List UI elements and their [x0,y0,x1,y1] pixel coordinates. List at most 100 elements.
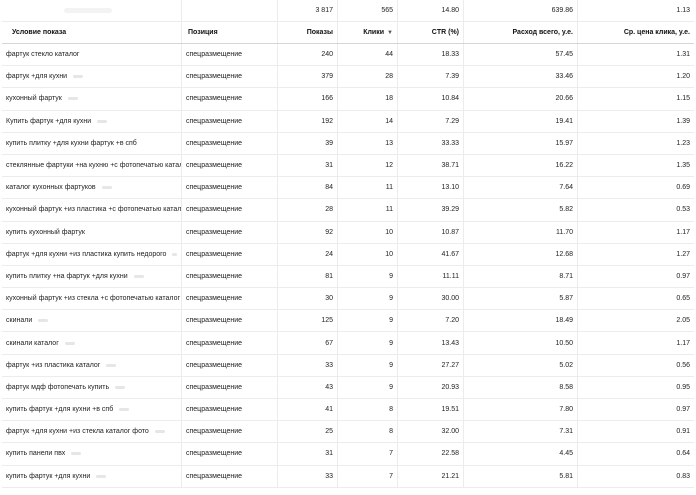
sort-down-icon[interactable]: ▼ [387,30,393,36]
cpc-cell-text: 0.83 [676,472,690,480]
condition-cell-text[interactable]: фартук стекло каталог [6,51,79,58]
cpc-cell-text: 1.17 [676,339,690,347]
ctr-cell: 38.71 [398,154,464,177]
cpc-cell: 1.15 [578,88,694,109]
clicks-cell: 7 [338,443,398,465]
header-clicks[interactable]: Клики ▼ [338,22,398,43]
shows-cell: 31 [278,443,338,465]
table-row: кухонный фартук +из стекла +с фотопечать… [2,288,694,311]
cpc-cell: 1.20 [578,66,694,87]
condition-cell-text[interactable]: фартук +для кухни [6,73,67,80]
shows-cell: 81 [278,265,338,288]
condition-cell-text[interactable]: фартук +для кухни +из пластика купить не… [6,251,166,258]
shows-cell: 24 [278,243,338,265]
clicks-cell: 14 [338,110,398,132]
condition-cell-text[interactable]: кухонный фартук +из стекла +с фотопечать… [6,295,180,302]
ctr-cell: 7.29 [398,110,464,132]
clicks-cell-text: 18 [385,95,393,103]
cost-cell-text: 33.46 [555,73,573,81]
position-cell: спецразмещение [182,421,278,443]
clicks-cell: 28 [338,66,398,88]
header-avg-cpc[interactable]: Ср. цена клика, у.е. [578,22,694,43]
ctr-cell-text: 32.00 [441,428,459,436]
clicks-cell-text: 7 [389,450,393,458]
header-condition[interactable]: Условие показа [2,22,182,43]
cpc-cell: 1.39 [578,111,694,132]
ctr-cell-text: 13.10 [441,184,459,192]
clicks-cell-text: 9 [389,317,393,325]
ctr-cell-text: 18.33 [441,51,459,59]
cost-cell-text: 5.82 [559,206,573,214]
blurred-chip [38,319,49,323]
condition-cell-text[interactable]: фартук мдф фотопечать купить [6,384,109,391]
clicks-cell: 10 [338,243,398,265]
condition-cell-text[interactable]: скинали [6,317,32,324]
ctr-cell-text: 13.43 [441,339,459,347]
position-cell-text: спецразмещение [186,184,243,192]
cpc-cell-text: 1.15 [676,95,690,103]
header-ctr[interactable]: CTR (%) [398,22,464,43]
condition-cell-text[interactable]: кухонный фартук [6,95,62,102]
position-cell-text: спецразмещение [186,51,243,59]
condition-cell-text[interactable]: фартук +для кухни +из стекла каталог фот… [6,428,149,435]
position-cell: спецразмещение [182,332,278,354]
cost-cell-text: 7.80 [559,406,573,414]
condition-cell-text[interactable]: купить плитку +для кухни фартук +в спб [6,140,137,147]
condition-cell-text[interactable]: каталог кухонных фартуков [6,184,96,191]
ctr-cell: 20.93 [398,376,464,398]
cost-cell: 7.31 [464,421,578,443]
condition-cell-text[interactable]: стеклянные фартуки +на кухню +с фотопеча… [6,162,181,169]
position-cell-text: спецразмещение [186,428,243,436]
condition-cell-text[interactable]: скинали каталог [6,340,59,347]
table-row: каталог кухонных фартуков спецразмещение 8… [2,177,694,200]
condition-cell-text[interactable]: купить панели пвх [6,450,65,457]
header-cost[interactable]: Расход всего, у.е. [464,22,578,43]
condition-cell-text[interactable]: купить плитку +на фартук +для кухни [6,273,128,280]
condition-cell: кухонный фартук +из стекла +с фотопечать… [2,288,182,310]
summary-cost: 639.86 [464,0,578,21]
condition-cell-text[interactable]: фартук +из пластика каталог [6,362,100,369]
cost-cell: 12.68 [464,243,578,265]
position-cell-text: спецразмещение [186,206,243,214]
condition-cell: купить фартук +для кухни [2,465,182,487]
blurred-chip [97,119,108,123]
summary-row: 3 817 565 14.80 639.86 1.13 [2,0,694,22]
shows-cell: 25 [278,421,338,443]
cpc-cell: 0.83 [578,466,694,487]
position-cell: спецразмещение [182,110,278,132]
ctr-cell-text: 7.29 [445,117,459,125]
condition-cell-text[interactable]: Купить фартук +для кухни [6,118,91,125]
cost-cell: 18.49 [464,310,578,332]
header-shows[interactable]: Показы [278,22,338,43]
header-position[interactable]: Позиция [182,22,278,43]
clicks-cell: 12 [338,154,398,177]
shows-cell: 240 [278,44,338,66]
ctr-cell-text: 7.20 [445,317,459,325]
condition-cell-text[interactable]: купить фартук +для кухни +в спб [6,406,113,413]
cpc-cell: 0.56 [578,355,694,376]
shows-cell: 39 [278,132,338,154]
shows-cell: 84 [278,177,338,199]
condition-cell-text[interactable]: купить кухонный фартук [6,229,85,236]
cpc-cell-text: 1.23 [676,139,690,147]
clicks-cell: 10 [338,221,398,243]
clicks-cell-text: 7 [389,472,393,480]
cost-cell-text: 20.66 [555,95,573,103]
cpc-cell: 0.95 [578,377,694,398]
condition-cell-text[interactable]: купить фартук +для кухни [6,473,90,480]
cost-cell-text: 11.70 [556,228,573,236]
position-cell-text: спецразмещение [186,450,243,458]
shows-cell: 31 [278,154,338,177]
condition-cell-text[interactable]: кухонный фартук +из пластика +с фотопеча… [6,206,181,213]
ctr-cell-text: 20.93 [441,383,459,391]
table-row: стеклянные фартуки +на кухню +с фотопеча… [2,154,694,178]
condition-cell: купить кухонный фартук [2,221,182,243]
clicks-cell-text: 9 [389,361,393,369]
shows-cell: 33 [278,465,338,487]
shows-cell: 30 [278,288,338,310]
position-cell-text: спецразмещение [186,339,243,347]
condition-cell: скинали каталог [2,332,182,354]
cost-cell: 15.97 [464,132,578,154]
table-row: фартук +из пластика каталог спецразмещени… [2,354,694,377]
cpc-cell: 1.31 [578,44,694,65]
